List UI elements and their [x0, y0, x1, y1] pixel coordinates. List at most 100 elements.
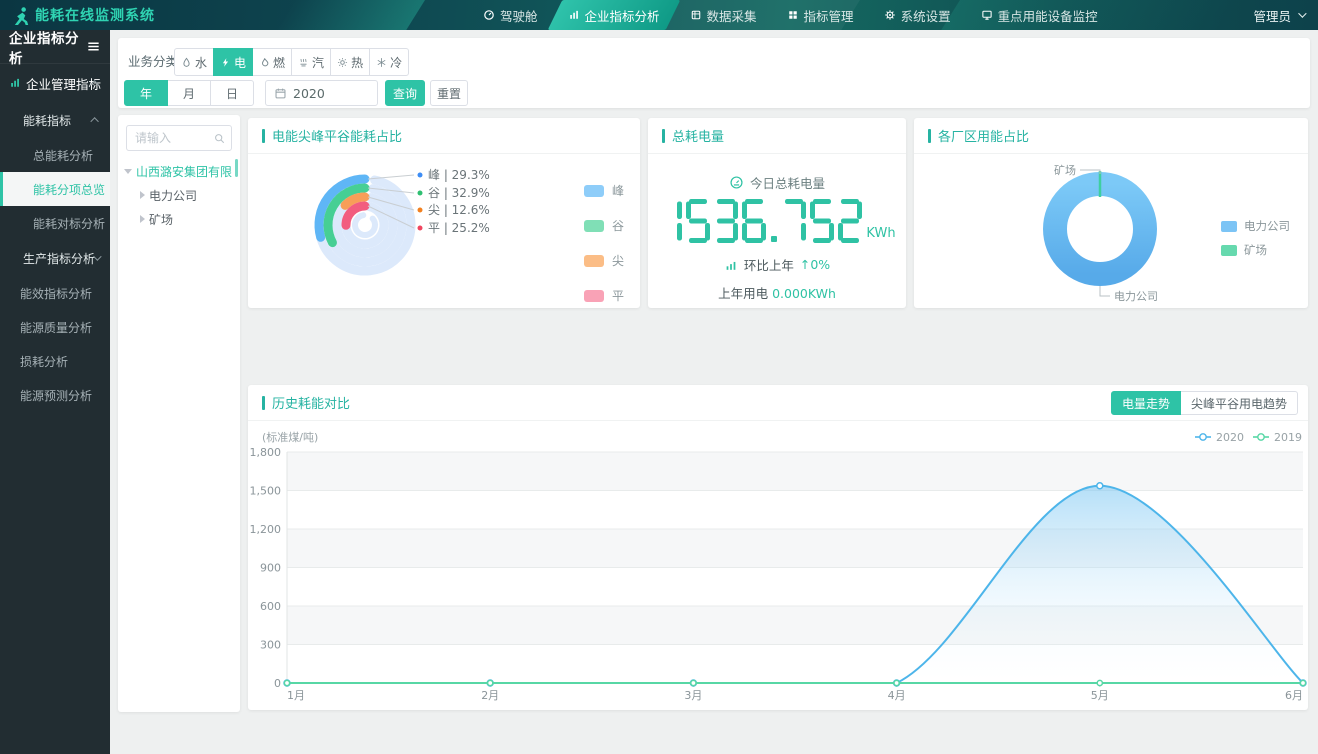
period-tab-2[interactable]: 月 [167, 80, 211, 106]
nav-item-3[interactable]: 数据采集 [675, 0, 772, 30]
readout-unit: KWh [866, 226, 895, 241]
tree-node-1[interactable]: 电力公司 [124, 183, 232, 207]
user-menu[interactable]: 管理员 [1253, 0, 1304, 30]
seven-segment-value [658, 199, 862, 243]
legend-item-峰[interactable]: 峰 [584, 173, 624, 208]
category-button-3[interactable]: 燃 [252, 48, 292, 76]
sidebar-menu: 企业管理指标能耗指标总能耗分析能耗分项总览能耗对标分析生产指标分析能效指标分析能… [0, 64, 110, 412]
sidebar-item-5[interactable]: 能耗对标分析 [0, 206, 110, 240]
category-button-6[interactable]: 冷 [369, 48, 409, 76]
sidebar-item-4[interactable]: 能耗分项总览 [0, 172, 110, 206]
legend-swatch [584, 290, 604, 302]
svg-text:4月: 4月 [888, 689, 906, 702]
svg-text:峰 | 29.3%: 峰 | 29.3% [428, 168, 490, 182]
segment-digit [714, 199, 738, 243]
category-button-1[interactable]: 水 [174, 48, 214, 76]
svg-text:2020: 2020 [1216, 431, 1244, 444]
top-navbar: 能耗在线监测系统 驾驶舱企业指标分析数据采集指标管理系统设置重点用能设备监控 管… [0, 0, 1318, 30]
category-button-5[interactable]: 热 [330, 48, 370, 76]
history-toggle-2[interactable]: 尖峰平谷用电趋势 [1180, 391, 1298, 415]
steam-icon [298, 57, 309, 68]
history-comparison-card: 历史耗能对比 电量走势尖峰平谷用电趋势 03006009001,2001,500… [248, 385, 1308, 710]
nav-item-2[interactable]: 企业指标分析 [553, 0, 675, 30]
sidebar-item-10[interactable]: 能源预测分析 [0, 378, 110, 412]
svg-text:1,200: 1,200 [250, 523, 282, 536]
svg-text:1,800: 1,800 [250, 446, 282, 459]
reset-button[interactable]: 重置 [430, 80, 468, 106]
nav-menu: 驾驶舱企业指标分析数据采集指标管理系统设置重点用能设备监控 [468, 0, 1113, 30]
card-title-bar: 电能尖峰平谷能耗占比 [248, 118, 640, 154]
query-button[interactable]: 查询 [385, 80, 425, 106]
navbar-stripe-decoration [273, 0, 428, 30]
svg-text:6月: 6月 [1285, 689, 1303, 702]
sidebar-item-2[interactable]: 能耗指标 [0, 102, 110, 138]
sidebar-item-1[interactable]: 企业管理指标 [0, 64, 110, 102]
title-accent-bar [928, 129, 931, 143]
nav-item-4[interactable]: 指标管理 [772, 0, 869, 30]
card-title-text: 各厂区用能占比 [938, 126, 1029, 145]
legend-item-尖[interactable]: 尖 [584, 243, 624, 278]
svg-text:1月: 1月 [287, 689, 305, 702]
runner-logo-icon [10, 6, 29, 25]
segment-digit [686, 199, 710, 243]
org-tree-panel: 山西潞安集团有限公司 电力公司矿场 [118, 115, 240, 712]
svg-text:5月: 5月 [1091, 689, 1109, 702]
card-title-text: 总耗电量 [672, 126, 724, 145]
sidebar-item-7[interactable]: 能效指标分析 [0, 276, 110, 310]
last-year-label: 上年用电 [718, 286, 768, 301]
main-content: 业务分类: 水电燃汽热冷 年月日 2020 查询 重置 山西潞安集团有限公司 电… [110, 30, 1318, 754]
tree-children: 电力公司矿场 [124, 183, 232, 231]
hamburger-collapse-icon[interactable] [86, 39, 101, 54]
bar-chart-icon [9, 77, 21, 89]
svg-text:2月: 2月 [481, 689, 499, 702]
legend-item-电力公司[interactable]: 电力公司 [1221, 214, 1290, 238]
plant-share-legend: 电力公司矿场 [1221, 214, 1290, 262]
legend-item-矿场[interactable]: 矿场 [1221, 238, 1290, 262]
tree-node-root[interactable]: 山西潞安集团有限公司 [124, 159, 232, 183]
legend-item-谷[interactable]: 谷 [584, 208, 624, 243]
category-button-4[interactable]: 汽 [291, 48, 331, 76]
app-logo: 能耗在线监测系统 [10, 0, 155, 30]
sidebar: 企业指标分析 企业管理指标能耗指标总能耗分析能耗分项总览能耗对标分析生产指标分析… [0, 30, 110, 754]
history-toggle-1[interactable]: 电量走势 [1111, 391, 1181, 415]
sun-icon [337, 57, 348, 68]
period-tab-1[interactable]: 年 [124, 80, 168, 106]
date-input[interactable]: 2020 [265, 80, 378, 106]
legend-swatch [584, 255, 604, 267]
grid-icon [787, 9, 799, 21]
svg-text:矿场: 矿场 [1054, 163, 1076, 177]
tree-expand-icon[interactable] [124, 169, 132, 174]
sidebar-item-8[interactable]: 能源质量分析 [0, 310, 110, 344]
svg-text:300: 300 [260, 639, 281, 652]
sidebar-item-9[interactable]: 损耗分析 [0, 344, 110, 378]
user-name: 管理员 [1253, 6, 1291, 25]
svg-text:尖 | 12.6%: 尖 | 12.6% [428, 203, 490, 217]
tree-node-2[interactable]: 矿场 [124, 207, 232, 231]
category-button-2[interactable]: 电 [213, 48, 253, 76]
last-year-value: 0.000KWh [772, 286, 836, 301]
tree-scrollbar-thumb[interactable] [235, 159, 238, 177]
bar-chart-icon [568, 9, 580, 21]
nav-item-5[interactable]: 系统设置 [869, 0, 966, 30]
legend-swatch [584, 220, 604, 232]
period-tab-group: 年月日 [124, 80, 254, 106]
period-tab-3[interactable]: 日 [210, 80, 254, 106]
card-title-bar: 各厂区用能占比 [914, 118, 1308, 154]
last-year-row: 上年用电 0.000KWh [718, 283, 836, 302]
tree-expand-icon[interactable] [140, 215, 145, 223]
segment-digit [658, 199, 682, 243]
tree-expand-icon[interactable] [140, 191, 145, 199]
nav-item-6[interactable]: 重点用能设备监控 [966, 0, 1113, 30]
tree-search-box[interactable] [126, 125, 232, 151]
nav-item-1[interactable]: 驾驶舱 [468, 0, 553, 30]
svg-text:3月: 3月 [684, 689, 702, 702]
sidebar-item-6[interactable]: 生产指标分析 [0, 240, 110, 276]
legend-swatch [1221, 245, 1237, 256]
lightning-icon [220, 57, 231, 68]
segment-digit [838, 199, 862, 243]
sidebar-item-3[interactable]: 总能耗分析 [0, 138, 110, 172]
dashboard-icon [483, 9, 495, 21]
segment-digit [742, 199, 766, 243]
legend-item-平[interactable]: 平 [584, 278, 624, 313]
total-power-body: 今日总耗电量 KWh 环比上年 ↑0% 上年用电 0.000KWh [648, 155, 906, 308]
